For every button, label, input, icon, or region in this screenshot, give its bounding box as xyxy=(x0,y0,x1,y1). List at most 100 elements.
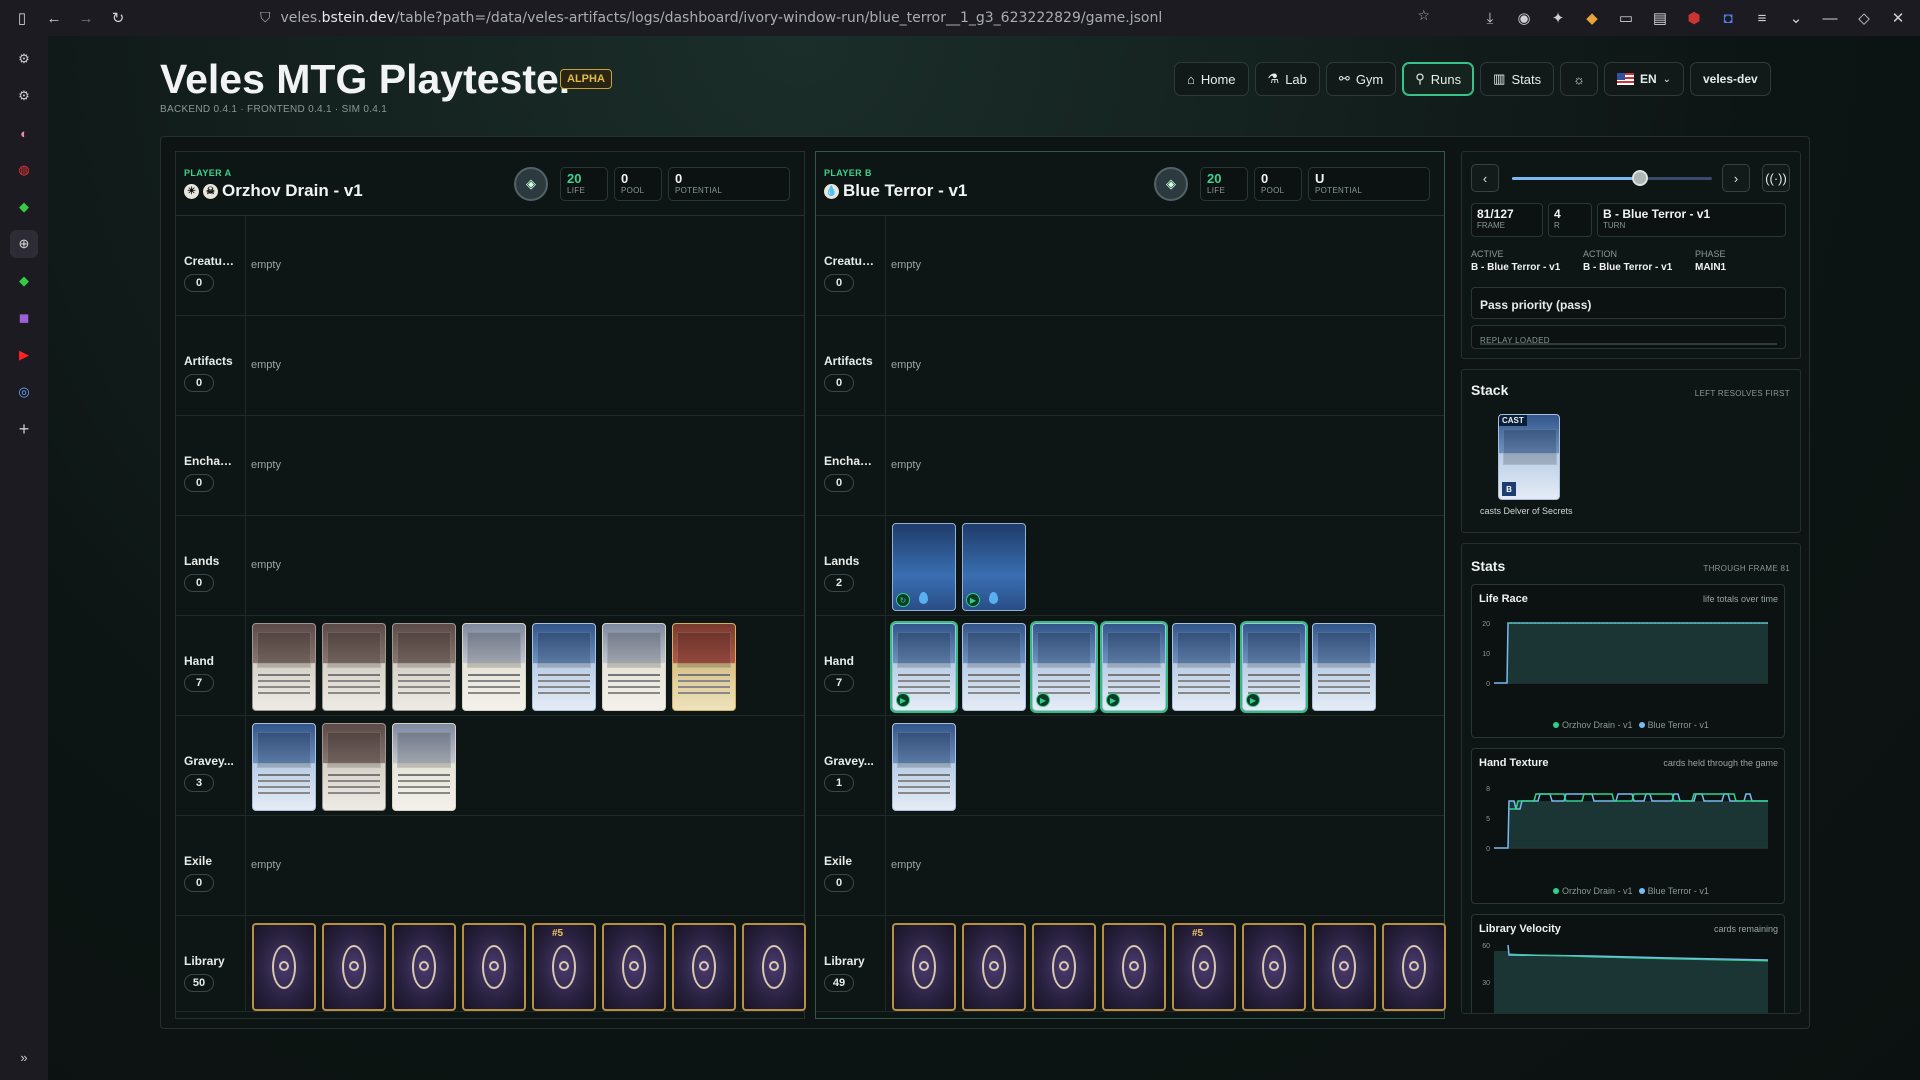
card[interactable] xyxy=(892,723,956,811)
sidebar-app-icon[interactable]: ◍ xyxy=(10,156,38,184)
address-bar[interactable]: ⛉ veles. bstein.dev/table?path=/data/vele… xyxy=(260,4,1430,32)
y-tick: 20 xyxy=(1482,621,1490,628)
pupil-icon xyxy=(1409,961,1419,971)
minimize-icon[interactable]: — xyxy=(1816,4,1844,32)
card[interactable] xyxy=(462,623,526,711)
nav-stats-button[interactable]: ▥ Stats xyxy=(1480,62,1555,96)
downloads-icon[interactable]: ⤓ xyxy=(1476,4,1504,32)
series-area xyxy=(1494,801,1768,848)
zone-cards: ▶ ▶ ▶ ▶ xyxy=(892,623,1376,711)
next-frame-button[interactable]: › xyxy=(1722,164,1750,192)
zone-hand: Hand 7 xyxy=(176,616,804,716)
slider-knob[interactable] xyxy=(1632,170,1648,186)
sidebar-app-icon[interactable]: ◎ xyxy=(10,378,38,406)
card[interactable]: ▶ xyxy=(1102,623,1166,711)
zone-count: 0 xyxy=(184,474,214,492)
zone-cards xyxy=(252,723,456,811)
add-icon[interactable]: + xyxy=(10,415,38,443)
menu-icon[interactable]: ≡ xyxy=(1748,4,1776,32)
extension-icon[interactable]: ◆ xyxy=(1578,4,1606,32)
container-icon[interactable]: ▭ xyxy=(1612,4,1640,32)
reload-icon[interactable]: ↻ xyxy=(104,4,132,32)
card[interactable] xyxy=(392,723,456,811)
player-label: PLAYER A xyxy=(184,168,232,178)
card[interactable]: ▶ xyxy=(962,523,1026,611)
close-icon[interactable]: ✕ xyxy=(1884,4,1912,32)
frame-slider[interactable] xyxy=(1512,170,1712,186)
card[interactable] xyxy=(1172,623,1236,711)
card[interactable] xyxy=(1312,623,1376,711)
y-tick: 8 xyxy=(1486,786,1490,793)
language-select[interactable]: EN ⌄ xyxy=(1604,62,1684,96)
bookmark-star-icon[interactable]: ☆ xyxy=(1417,8,1430,24)
browser-sidebar: ⚙ ⚙ ◐ ◍ ◆ ⊕ ◆ ◼ ▶ ◎ + » xyxy=(0,36,48,1080)
y-tick: 60 xyxy=(1482,943,1490,950)
sidebar-app-icon[interactable]: ⚙ xyxy=(10,45,38,73)
card-art xyxy=(1037,632,1091,668)
back-icon[interactable]: ← xyxy=(40,4,68,32)
card[interactable] xyxy=(962,623,1026,711)
forward-icon[interactable]: → xyxy=(72,4,100,32)
sidebar-app-icon[interactable]: ◆ xyxy=(10,267,38,295)
sidebar-app-icon[interactable]: ▶ xyxy=(10,341,38,369)
nav-lab-button[interactable]: ⚗ Lab xyxy=(1254,62,1320,96)
pupil-icon xyxy=(1199,961,1209,971)
card[interactable] xyxy=(532,623,596,711)
sidebar-app-icon[interactable]: ◼ xyxy=(10,304,38,332)
nav-home-button[interactable]: ⌂ Home xyxy=(1174,62,1249,96)
active-info: ACTIVE B - Blue Terror - v1 xyxy=(1471,249,1560,273)
card[interactable]: ▶ xyxy=(1032,623,1096,711)
action-text: Pass priority (pass) xyxy=(1480,298,1592,312)
pupil-icon xyxy=(629,961,639,971)
zone-label: Artifacts 0 xyxy=(176,316,246,415)
card[interactable]: ▶ xyxy=(892,623,956,711)
stats-title: Stats xyxy=(1471,558,1506,574)
zone-empty-text: empty xyxy=(251,259,281,271)
chart-legend: Orzhov Drain - v1 Blue Terror - v1 xyxy=(1472,720,1784,730)
card[interactable] xyxy=(672,623,736,711)
chevron-down-icon[interactable]: ⌄ xyxy=(1782,4,1810,32)
nav-runs-button[interactable]: ⚲ Runs xyxy=(1402,62,1475,96)
player-name: ☀ ☠ Orzhov Drain - v1 xyxy=(184,181,363,201)
legend-a: Orzhov Drain - v1 xyxy=(1562,886,1633,896)
sidebar-app-icon[interactable]: ◐ xyxy=(10,119,38,147)
sidebar-app-icon[interactable]: ◆ xyxy=(10,193,38,221)
card[interactable] xyxy=(392,623,456,711)
restore-icon[interactable]: ◇ xyxy=(1850,4,1878,32)
bitwarden-icon[interactable]: ◘ xyxy=(1714,4,1742,32)
sidebar-app-icon[interactable]: ⚙ xyxy=(10,82,38,110)
card[interactable] xyxy=(602,623,666,711)
account-icon[interactable]: ◉ xyxy=(1510,4,1538,32)
zone-label: Enchants 0 xyxy=(176,416,246,515)
sidebar-app-icon[interactable]: ⊕ xyxy=(10,230,38,258)
card[interactable]: ↻ xyxy=(892,523,956,611)
card[interactable]: ▶ xyxy=(1242,623,1306,711)
pool-stat: 0 POOL xyxy=(1254,167,1302,201)
card[interactable] xyxy=(252,723,316,811)
live-broadcast-button[interactable]: ((·)) xyxy=(1762,164,1790,192)
theme-toggle-button[interactable]: ☼ xyxy=(1560,62,1598,96)
card-text xyxy=(258,674,310,676)
playable-icon: ▶ xyxy=(1036,693,1050,707)
card[interactable] xyxy=(322,623,386,711)
prev-frame-button[interactable]: ‹ xyxy=(1471,164,1499,192)
stack-caption: casts Delver of Secrets xyxy=(1480,506,1573,516)
stack-card[interactable]: CAST B xyxy=(1498,414,1560,500)
expand-sidebar-icon[interactable]: » xyxy=(10,1043,38,1071)
zone-label: Library 49 xyxy=(816,916,886,1011)
card[interactable] xyxy=(252,623,316,711)
zone-label: Artifacts 0 xyxy=(816,316,886,415)
nav-gym-button[interactable]: ⚯ Gym xyxy=(1325,62,1397,96)
library-card-back xyxy=(672,923,736,1011)
zone-graveyard: Gravey... 1 xyxy=(816,716,1444,816)
reader-icon[interactable]: ▤ xyxy=(1646,4,1674,32)
site-info-icon[interactable]: ⛉ xyxy=(260,10,271,26)
extensions-icon[interactable]: ✦ xyxy=(1544,4,1572,32)
card-text xyxy=(398,774,450,776)
browser-toolbar: ▯ ← → ↻ ⛉ veles. bstein.dev/table?path=/d… xyxy=(0,0,1920,36)
zone-label: Creatures 0 xyxy=(176,216,246,315)
user-button[interactable]: veles-dev xyxy=(1690,62,1771,96)
sidebar-toggle-icon[interactable]: ▯ xyxy=(8,4,36,32)
ublock-icon[interactable]: ⬢ xyxy=(1680,4,1708,32)
card[interactable] xyxy=(322,723,386,811)
